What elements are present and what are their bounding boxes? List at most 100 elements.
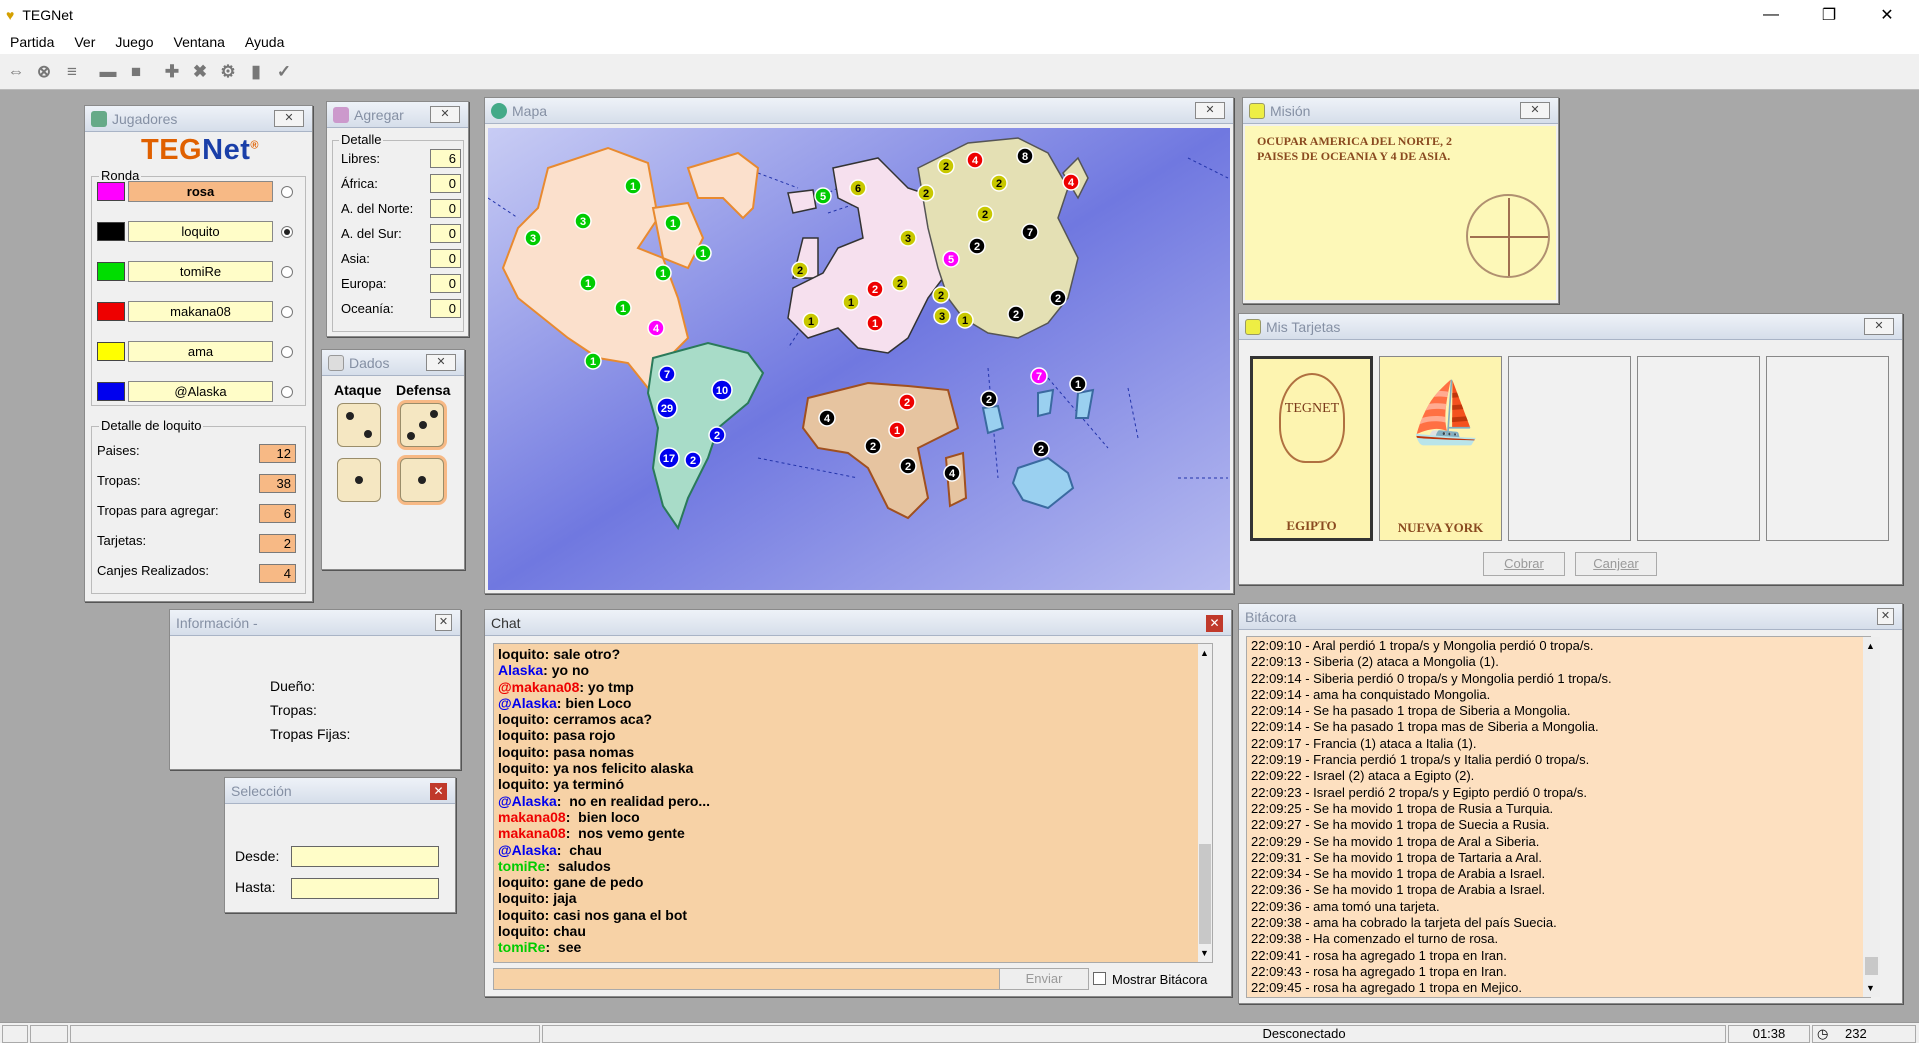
army-marker[interactable]: 3 [899, 229, 917, 247]
army-marker[interactable]: 1 [1069, 375, 1087, 393]
close-chat-button[interactable]: ✕ [1206, 615, 1223, 632]
bitacora-scrollbar[interactable]: ▲ ▼ [1863, 637, 1880, 997]
scroll-down-icon[interactable]: ▼ [1200, 948, 1209, 958]
canjear-button[interactable]: Canjear [1575, 552, 1657, 576]
enviar-button[interactable]: Enviar [999, 968, 1089, 990]
army-marker[interactable]: 1 [584, 352, 602, 370]
army-marker[interactable]: 5 [942, 250, 960, 268]
player-row[interactable]: makana08 [97, 301, 293, 322]
scroll-up-icon[interactable]: ▲ [1866, 641, 1875, 651]
army-marker[interactable]: 1 [624, 177, 642, 195]
maximize-button[interactable]: ❐ [1800, 0, 1858, 30]
army-marker[interactable]: 2 [791, 261, 809, 279]
stop-icon[interactable]: ■ [123, 59, 149, 85]
scroll-up-icon[interactable]: ▲ [1200, 648, 1209, 658]
player-row[interactable]: rosa [97, 181, 293, 202]
chat-log[interactable]: loquito: sale otro? Alaska: yo no @makana0… [493, 643, 1213, 963]
card-nueva-york[interactable]: ⛵ NUEVA YORK [1379, 356, 1502, 541]
army-marker[interactable]: 2 [976, 205, 994, 223]
menu-juego[interactable]: Juego [105, 34, 163, 50]
disconnect-icon[interactable]: ⊗ [31, 59, 57, 85]
bitacora-log[interactable]: 22:09:10 - Aral perdió 1 tropa/s y Mongo… [1246, 636, 1871, 998]
player-turn-radio[interactable] [281, 305, 293, 318]
army-marker[interactable]: 2 [1049, 289, 1067, 307]
army-marker[interactable]: 2 [1007, 305, 1025, 323]
close-mapa-button[interactable]: ✕ [1195, 102, 1225, 119]
army-marker[interactable]: 2 [898, 393, 916, 411]
army-marker[interactable]: 4 [966, 151, 984, 169]
army-marker[interactable]: 2 [990, 174, 1008, 192]
army-marker[interactable]: 29 [656, 397, 678, 419]
army-marker[interactable]: 2 [937, 157, 955, 175]
army-marker[interactable]: 17 [658, 447, 680, 469]
world-map[interactable]: 1 3 3 1 1 1 1 1 1 5 4 6 2 3 1 1 2 2 1 5 2 4 2 2 2 8 4 2 7 2 3 1 2 2 7 10 29 2… [488, 128, 1230, 590]
close-jugadores-button[interactable]: ✕ [274, 110, 304, 127]
close-info-button[interactable]: ✕ [435, 614, 452, 631]
army-marker[interactable]: 1 [654, 264, 672, 282]
army-marker[interactable]: 6 [849, 179, 867, 197]
player-turn-radio[interactable] [281, 265, 293, 278]
army-marker[interactable]: 2 [980, 390, 998, 408]
army-marker[interactable]: 2 [708, 426, 726, 444]
army-marker[interactable]: 5 [814, 187, 832, 205]
army-marker[interactable]: 2 [932, 286, 950, 304]
player-turn-radio[interactable] [281, 225, 293, 238]
army-marker[interactable]: 1 [842, 293, 860, 311]
army-marker[interactable]: 2 [899, 457, 917, 475]
army-marker[interactable]: 2 [1032, 440, 1050, 458]
player-row[interactable]: tomiRe [97, 261, 293, 282]
army-marker[interactable]: 2 [891, 274, 909, 292]
connect-icon[interactable]: ⇔ [3, 59, 29, 85]
army-marker[interactable]: 1 [802, 312, 820, 330]
scroll-down-icon[interactable]: ▼ [1866, 983, 1875, 993]
menu-ver[interactable]: Ver [64, 34, 105, 50]
army-marker[interactable]: 1 [866, 314, 884, 332]
panel-icon[interactable]: ▬ [95, 59, 121, 85]
army-marker[interactable]: 7 [1030, 367, 1048, 385]
mostrar-bitacora-checkbox[interactable] [1093, 972, 1106, 985]
army-marker[interactable]: 2 [684, 451, 702, 469]
close-mision-button[interactable]: ✕ [1520, 102, 1550, 119]
menu-ayuda[interactable]: Ayuda [235, 34, 294, 50]
army-marker[interactable]: 3 [933, 307, 951, 325]
cobrar-button[interactable]: Cobrar [1483, 552, 1565, 576]
army-marker[interactable]: 3 [574, 212, 592, 230]
player-row[interactable]: ama [97, 341, 293, 362]
army-marker[interactable]: 1 [579, 274, 597, 292]
minimize-button[interactable]: — [1742, 0, 1800, 30]
army-marker[interactable]: 4 [818, 409, 836, 427]
list-icon[interactable]: ≡ [59, 59, 85, 85]
close-dados-button[interactable]: ✕ [426, 354, 456, 371]
menu-partida[interactable]: Partida [0, 34, 64, 50]
army-marker[interactable]: 1 [614, 299, 632, 317]
player-row[interactable]: @Alaska [97, 381, 293, 402]
player-turn-radio[interactable] [281, 385, 293, 398]
army-marker[interactable]: 1 [956, 311, 974, 329]
army-marker[interactable]: 2 [864, 437, 882, 455]
army-marker[interactable]: 2 [917, 184, 935, 202]
hasta-field[interactable] [291, 878, 439, 899]
army-marker[interactable]: 1 [888, 421, 906, 439]
army-marker[interactable]: 4 [943, 464, 961, 482]
player-row[interactable]: loquito [97, 221, 293, 242]
army-marker[interactable]: 8 [1016, 147, 1034, 165]
close-seleccion-button[interactable]: ✕ [430, 783, 447, 800]
army-marker[interactable]: 2 [866, 280, 884, 298]
army-marker[interactable]: 3 [524, 229, 542, 247]
close-button[interactable]: ✕ [1858, 0, 1916, 30]
check-icon[interactable]: ✓ [271, 59, 297, 85]
army-marker[interactable]: 2 [968, 237, 986, 255]
gear-icon[interactable]: ⚙ [215, 59, 241, 85]
army-marker[interactable]: 10 [711, 379, 733, 401]
player-turn-radio[interactable] [281, 345, 293, 358]
add-icon[interactable]: ✚ [159, 59, 185, 85]
chat-scrollbar[interactable]: ▲ ▼ [1198, 644, 1212, 962]
army-marker[interactable]: 4 [1062, 173, 1080, 191]
card-icon[interactable]: ▮ [243, 59, 269, 85]
menu-ventana[interactable]: Ventana [164, 34, 235, 50]
player-turn-radio[interactable] [281, 185, 293, 198]
attack-icon[interactable]: ✖ [187, 59, 213, 85]
close-tarjetas-button[interactable]: ✕ [1864, 318, 1894, 335]
card-egipto[interactable]: TEGNET EGIPTO [1250, 356, 1373, 541]
army-marker[interactable]: 1 [664, 214, 682, 232]
